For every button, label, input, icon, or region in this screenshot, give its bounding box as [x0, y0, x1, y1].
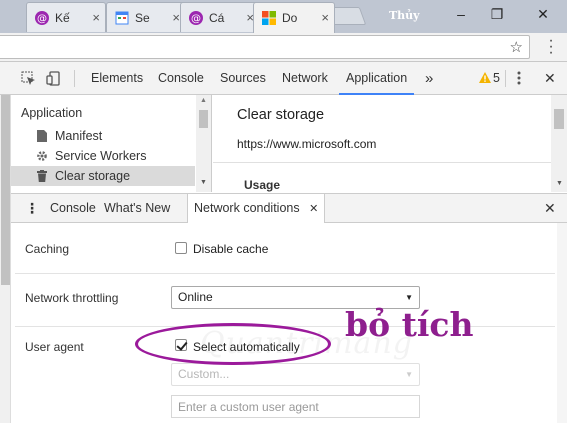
sidebar-item-clear-storage[interactable]: Clear storage: [11, 166, 195, 186]
close-devtools-icon[interactable]: ✕: [544, 62, 556, 95]
page-scrollbar[interactable]: [0, 95, 11, 423]
sidebar-item-label: Clear storage: [55, 169, 131, 183]
device-toolbar-icon[interactable]: [46, 71, 61, 89]
drawer-scrollbar[interactable]: [557, 223, 567, 423]
application-sidebar: Application Manifest Service Workers Cle…: [11, 95, 212, 192]
close-tab-icon[interactable]: ×: [92, 10, 100, 25]
disable-cache-checkbox[interactable]: [175, 242, 187, 254]
drawer-tab-whats-new[interactable]: What's New: [104, 194, 170, 223]
scroll-down-arrow-icon[interactable]: ▼: [556, 180, 563, 187]
drawer-tab-label: Network conditions: [194, 201, 300, 215]
browser-tab-title: Se: [135, 10, 150, 25]
more-tabs-icon[interactable]: »: [425, 62, 433, 95]
select-value: Online: [178, 290, 213, 304]
row-separator: [15, 273, 555, 274]
close-tab-icon[interactable]: ×: [172, 10, 180, 25]
inspect-element-icon[interactable]: [21, 71, 36, 89]
browser-tab-3[interactable]: @ Cá ×: [180, 2, 260, 32]
trash-icon: [35, 170, 49, 182]
toolbar-separator: [505, 70, 506, 87]
scrollbar-thumb[interactable]: [199, 110, 208, 128]
drawer-tab-console[interactable]: Console: [50, 194, 96, 223]
scroll-down-arrow-icon[interactable]: ▼: [200, 179, 207, 186]
microsoft-logo-icon: [262, 11, 276, 25]
chevron-down-icon: ▼: [405, 370, 413, 379]
restore-icon[interactable]: ❐: [482, 2, 512, 26]
document-icon: [35, 130, 49, 142]
warning-count[interactable]: 5: [493, 62, 500, 95]
browser-tab-title: Cá: [209, 10, 225, 25]
svg-text:@: @: [37, 13, 47, 24]
calendar-page-icon: [115, 11, 129, 25]
browser-tab-title: Do: [282, 11, 298, 25]
annotation-text: bỏ tích: [345, 305, 474, 344]
warning-icon[interactable]: [479, 72, 491, 86]
browser-menu-icon[interactable]: · · ·: [545, 33, 557, 61]
profile-name[interactable]: Thủy: [389, 9, 420, 22]
disable-cache-label[interactable]: Disable cache: [193, 242, 268, 256]
address-bar[interactable]: ☆: [0, 35, 530, 59]
browser-toolbar: ☆ · · ·: [0, 33, 567, 62]
browser-tab-1[interactable]: @ Kế ×: [26, 2, 106, 32]
gear-icon: [35, 150, 49, 162]
devtools-tab-bar: Elements Console Sources Network Applica…: [0, 62, 567, 95]
custom-user-agent-input[interactable]: [171, 395, 420, 418]
sidebar-item-manifest[interactable]: Manifest: [11, 126, 195, 146]
tab-application[interactable]: Application: [339, 62, 415, 95]
at-icon: @: [35, 10, 49, 25]
close-drawer-icon[interactable]: ✕: [544, 194, 556, 223]
drawer-tab-bar: ⋮ Console What's New Network conditions …: [11, 193, 567, 223]
minimize-icon[interactable]: –: [446, 2, 476, 26]
scrollbar-thumb[interactable]: [554, 109, 564, 129]
sidebar-item-label: Service Workers: [55, 149, 147, 163]
sidebar-item-service-workers[interactable]: Service Workers: [11, 146, 195, 166]
drawer-tab-network-conditions[interactable]: Network conditions ✕: [187, 194, 326, 223]
window-close-icon[interactable]: ✕: [528, 2, 558, 26]
close-tab-icon[interactable]: ✕: [309, 203, 318, 215]
divider: [213, 162, 551, 163]
browser-tab-title: Kế: [55, 10, 70, 25]
close-tab-icon[interactable]: ×: [321, 10, 329, 25]
sidebar-scrollbar[interactable]: ▲ ▼: [196, 95, 211, 192]
pane-scrollbar[interactable]: ▼: [551, 95, 567, 192]
bookmark-star-icon[interactable]: ☆: [510, 38, 523, 56]
drawer-menu-icon[interactable]: ⋮: [25, 194, 39, 223]
svg-text:@: @: [191, 13, 201, 24]
browser-tab-strip: @ Kế × Se × @ Cá × Do × Thủy – ❐ ✕: [0, 0, 567, 33]
tab-console[interactable]: Console: [158, 62, 204, 95]
tab-sources[interactable]: Sources: [220, 62, 266, 95]
toolbar-separator: [74, 70, 75, 87]
origin-url: https://www.microsoft.com: [237, 137, 377, 151]
network-conditions-panel: Caching Disable cache Network throttling…: [11, 223, 557, 423]
browser-tab-4-active[interactable]: Do ×: [253, 2, 335, 33]
customize-devtools-icon[interactable]: [517, 70, 521, 89]
tab-elements[interactable]: Elements: [91, 62, 143, 95]
tab-network[interactable]: Network: [282, 62, 328, 95]
custom-user-agent-select[interactable]: Custom... ▼: [171, 363, 420, 386]
browser-tab-2[interactable]: Se ×: [106, 2, 186, 32]
user-agent-label: User agent: [25, 340, 84, 354]
select-value: Custom...: [178, 367, 230, 381]
at-icon: @: [189, 10, 203, 25]
clear-storage-pane: Clear storage https://www.microsoft.com …: [213, 95, 567, 192]
caching-label: Caching: [25, 242, 70, 256]
network-throttling-label: Network throttling: [25, 291, 119, 305]
scroll-up-arrow-icon[interactable]: ▲: [200, 97, 207, 104]
sidebar-heading: Application: [21, 106, 83, 120]
scrollbar-thumb[interactable]: [1, 95, 10, 285]
pane-title: Clear storage: [237, 107, 325, 123]
sidebar-item-label: Manifest: [55, 129, 103, 143]
annotation-highlight-ellipse: [135, 323, 331, 365]
usage-heading: Usage: [244, 178, 281, 192]
